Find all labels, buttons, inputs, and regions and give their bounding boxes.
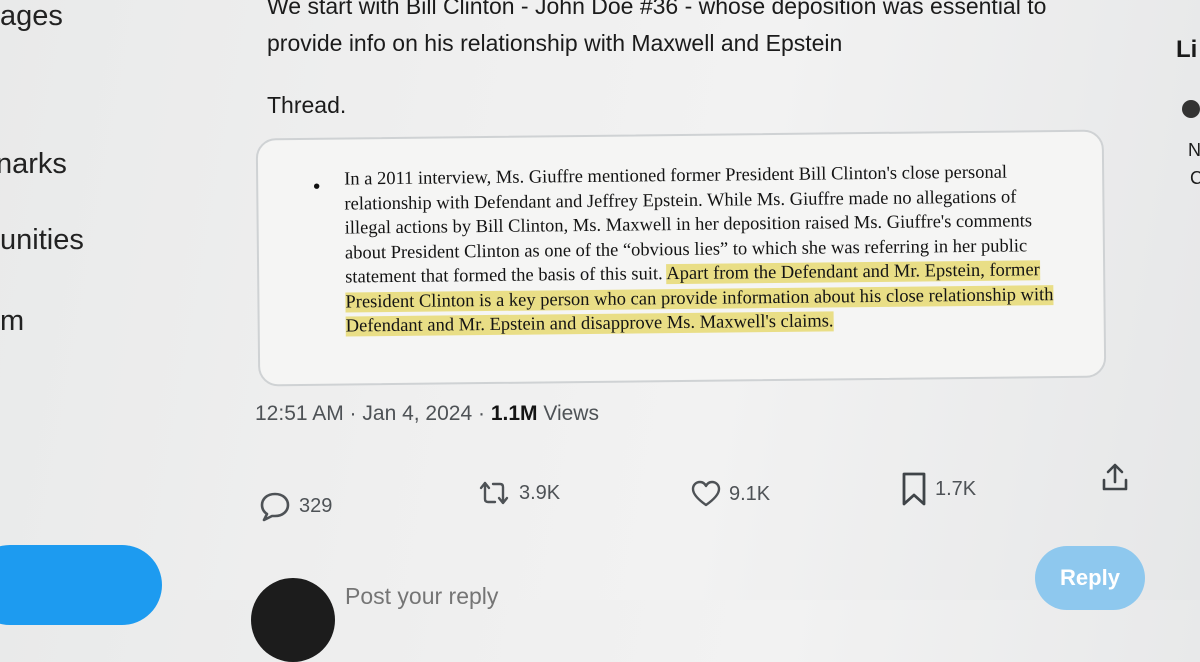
- bookmark-icon: [901, 472, 927, 506]
- document-text: In a 2011 interview, Ms. Giuffre mention…: [344, 160, 1056, 339]
- bookmark-action[interactable]: 1.7K: [901, 472, 976, 506]
- avatar[interactable]: [251, 578, 335, 662]
- left-nav: ages narks unities m: [0, 0, 215, 625]
- like-action[interactable]: 9.1K: [691, 480, 770, 508]
- heart-icon: [691, 480, 721, 508]
- tweet-meta: 12:51 AM · Jan 4, 2024 · 1.1M Views: [255, 402, 599, 426]
- nav-messages[interactable]: ages: [0, 0, 63, 33]
- timestamp[interactable]: 12:51 AM · Jan 4, 2024 ·: [255, 402, 491, 425]
- right-avatar[interactable]: [1182, 100, 1200, 118]
- retweet-count: 3.9K: [519, 481, 561, 504]
- reply-icon: [259, 490, 291, 522]
- reply-action[interactable]: 329: [259, 490, 332, 522]
- right-panel-title: Li: [1176, 36, 1198, 63]
- share-icon: [1101, 462, 1129, 492]
- right-sidebar: Li N C: [1160, 0, 1200, 600]
- tweet: We start with Bill Clinton - John Doe #3…: [215, 0, 1155, 600]
- reply-composer: Reply: [215, 546, 1155, 662]
- reply-button[interactable]: Reply: [1035, 546, 1145, 610]
- reply-input[interactable]: [343, 582, 747, 611]
- like-count: 9.1K: [729, 482, 771, 505]
- reply-count: 329: [299, 494, 333, 517]
- right-text-2: C: [1190, 168, 1200, 188]
- tweet-text: We start with Bill Clinton - John Doe #3…: [267, 0, 1047, 56]
- nav-bookmarks[interactable]: narks: [0, 148, 67, 181]
- right-text-1: N: [1188, 140, 1200, 160]
- bullet-icon: •: [313, 175, 321, 198]
- views-label: Views: [537, 402, 599, 425]
- post-button[interactable]: [0, 545, 162, 625]
- share-action[interactable]: [1101, 462, 1129, 492]
- retweet-icon: [477, 480, 511, 506]
- bookmark-count: 1.7K: [935, 477, 977, 500]
- nav-premium[interactable]: m: [0, 305, 24, 338]
- views-count: 1.1M: [490, 402, 538, 425]
- attached-image-document[interactable]: • In a 2011 interview, Ms. Giuffre menti…: [255, 129, 1107, 387]
- nav-communities[interactable]: unities: [0, 224, 84, 257]
- thread-label: Thread.: [267, 92, 347, 118]
- retweet-action[interactable]: 3.9K: [477, 480, 560, 506]
